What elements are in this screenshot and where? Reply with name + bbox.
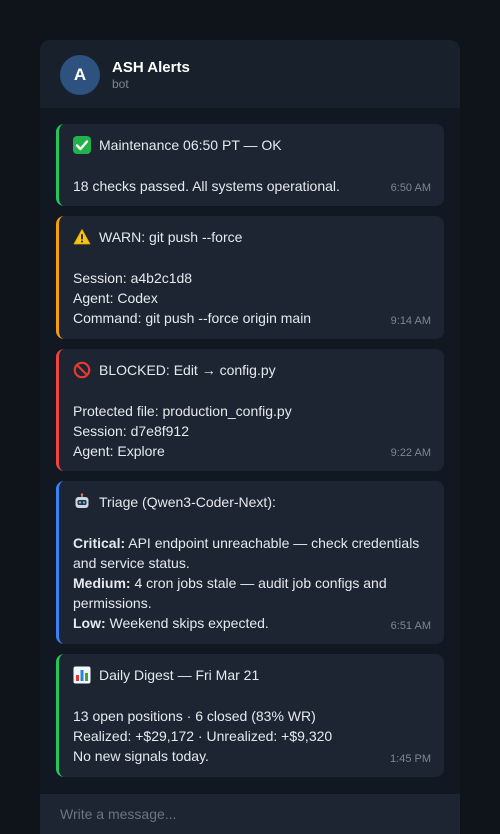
avatar[interactable]: A — [60, 55, 100, 95]
message-line: Realized: +$29,172 · Unrealized: +$9,320 — [73, 728, 333, 744]
message-maintenance: Maintenance 06:50 PT — OK 18 checks pass… — [56, 124, 444, 206]
message-time: 1:45 PM — [390, 753, 431, 765]
message-line: Session: a4b2c1d8 — [73, 270, 193, 286]
bar-chart-icon — [73, 666, 91, 684]
message-time: 9:22 AM — [390, 447, 431, 459]
message-title: WARN: git push --force — [73, 227, 431, 247]
message-line: No new signals today. — [73, 748, 209, 764]
message-title: Daily Digest — Fri Mar 21 — [73, 665, 431, 685]
message-triage: Triage (Qwen3-Coder-Next): Critical: API… — [56, 481, 444, 644]
message-input[interactable] — [60, 802, 440, 826]
prohibited-icon — [73, 361, 91, 379]
message-line: Agent: Explore — [73, 443, 165, 459]
triage-item: Low: Weekend skips expected. — [73, 615, 269, 631]
message-warn: WARN: git push --force Session: a4b2c1d8… — [56, 216, 444, 339]
message-line: Agent: Codex — [73, 290, 158, 306]
robot-icon — [73, 493, 91, 511]
message-time: 9:14 AM — [390, 315, 431, 327]
chat-panel: A ASH Alerts bot Maintenance 06:50 PT — … — [40, 40, 460, 834]
message-time: 6:50 AM — [390, 182, 431, 194]
message-blocked: BLOCKED: Edit → config.py Protected file… — [56, 349, 444, 471]
warning-icon — [73, 228, 91, 246]
message-time: 6:51 AM — [390, 620, 431, 632]
chat-name: ASH Alerts — [112, 59, 190, 76]
triage-item: Medium: 4 cron jobs stale — audit job co… — [73, 575, 387, 611]
message-line: Session: d7e8f912 — [73, 423, 189, 439]
message-line: Command: git push --force origin main — [73, 310, 312, 326]
chat-subtitle: bot — [112, 77, 129, 91]
chat-header: A ASH Alerts bot — [40, 40, 460, 108]
composer — [40, 794, 460, 834]
check-mark-icon — [73, 136, 91, 154]
message-line: Protected file: production_config.py — [73, 403, 292, 419]
message-title: BLOCKED: Edit → config.py — [73, 360, 431, 380]
message-title: Triage (Qwen3-Coder-Next): — [73, 492, 431, 512]
message-digest: Daily Digest — Fri Mar 21 13 open positi… — [56, 654, 444, 777]
triage-item: Critical: API endpoint unreachable — che… — [73, 535, 420, 571]
message-title: Maintenance 06:50 PT — OK — [73, 135, 431, 155]
message-line: 13 open positions · 6 closed (83% WR) — [73, 708, 316, 724]
message-line: 18 checks passed. All systems operationa… — [73, 178, 340, 194]
